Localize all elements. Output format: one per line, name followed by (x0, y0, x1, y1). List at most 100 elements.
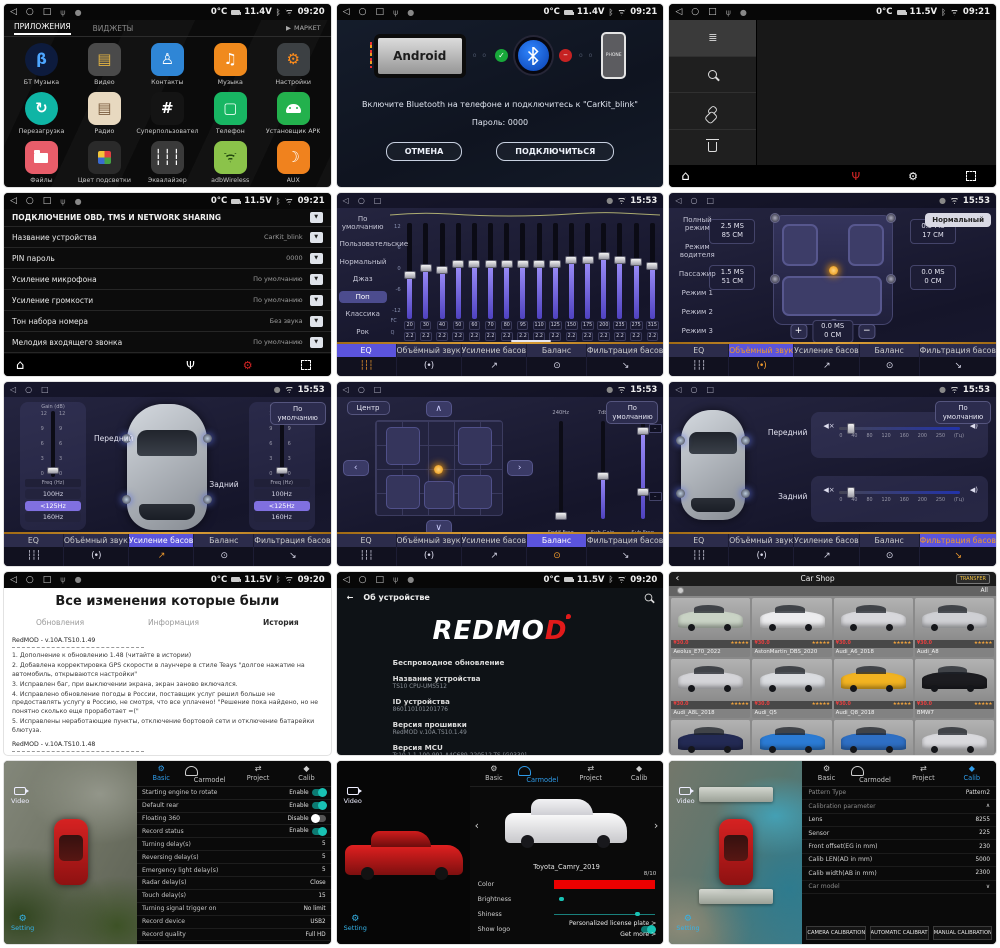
settings-row[interactable]: Усиление микрофона По умолчанию ▼ (4, 269, 331, 290)
recents-icon[interactable]: □ (43, 196, 52, 206)
setting-row[interactable]: Reversing delay(s) 5 (137, 851, 331, 864)
eq-preset[interactable]: Джаз (339, 273, 387, 285)
sidebar-item-delete[interactable] (669, 130, 756, 167)
license-plate-link[interactable]: Personalized license plate > (569, 918, 656, 929)
eq-slider-handle[interactable] (533, 260, 545, 268)
toggle-switch[interactable] (312, 828, 326, 835)
freq-option[interactable]: 100Hz (25, 489, 81, 499)
freq-option[interactable]: <125Hz (25, 501, 81, 511)
setting-row[interactable]: Default rear Enable (137, 800, 331, 813)
freq-option[interactable]: 160Hz (25, 512, 81, 522)
eq-slider-handle[interactable] (549, 260, 561, 268)
mute-icon[interactable]: ◀× (823, 486, 834, 494)
audio-tab[interactable]: Фильтрация басов ↘ (919, 534, 996, 566)
antenna-icon[interactable]: Ψ (186, 359, 195, 372)
app-icon[interactable]: ☽ AUX (262, 138, 325, 184)
filter-all[interactable]: All (981, 587, 988, 594)
eq-slider[interactable] (504, 223, 509, 319)
calib-row[interactable]: Sensor 225 (802, 827, 996, 840)
eq-slider-handle[interactable] (404, 271, 416, 279)
transfer-button[interactable]: TRANSFER (956, 574, 990, 584)
center-button[interactable]: Центр (347, 401, 390, 415)
surround-mode[interactable]: Режим водителя (671, 241, 723, 261)
app-icon[interactable]: ↻ Перезагрузка (10, 89, 73, 135)
sidebar-item-pair[interactable] (669, 93, 756, 130)
toggle-switch[interactable] (312, 802, 326, 809)
tab-widgets[interactable]: ВИДЖЕТЫ (93, 24, 134, 33)
audio-tab[interactable]: Усиление басов ↗ (461, 344, 527, 376)
settings-row[interactable]: Название устройства CarKit_blink ▼ (4, 227, 331, 248)
panel-tab[interactable]: Carmodel (185, 761, 233, 786)
slider-dot[interactable] (559, 897, 564, 902)
eq-slider[interactable] (617, 223, 622, 319)
brightness-row[interactable]: Brightness (470, 892, 664, 907)
eq-slider-handle[interactable] (630, 258, 642, 266)
app-icon[interactable]: # Суперпользователь (136, 89, 199, 135)
home-icon[interactable]: ○ (691, 7, 699, 17)
setting-row[interactable]: Record device USB2 (137, 916, 331, 929)
home-icon[interactable]: ○ (25, 385, 32, 394)
app-icon[interactable]: ▢ Телефон (199, 89, 262, 135)
sidebar-item-list[interactable]: ≣ (669, 20, 756, 57)
settings-dot-icon[interactable] (677, 587, 684, 594)
video-button[interactable]: Video (676, 787, 694, 805)
eq-slider-handle[interactable] (436, 266, 448, 274)
back-icon[interactable]: ◁ (10, 7, 17, 17)
eq-slider-handle[interactable] (517, 260, 529, 268)
panel-tab[interactable]: Carmodel (851, 761, 899, 786)
recents-icon[interactable]: □ (375, 7, 384, 17)
panel-tab[interactable]: ⇄ Project (234, 761, 282, 786)
audio-tab[interactable]: Объёмный звук (•) (396, 344, 461, 376)
eq-preset[interactable]: Пользовательские (339, 238, 387, 250)
dropdown-arrow-icon[interactable]: ▼ (310, 295, 323, 306)
car-card[interactable]: ¥30.0 ★★★★★ Audi_Q5 (752, 659, 831, 718)
surround-mode[interactable]: Режим 3 (671, 325, 723, 337)
calib-row[interactable]: Lens 8255 (802, 814, 996, 827)
eq-slider[interactable] (585, 223, 590, 319)
tab-history[interactable]: История (263, 618, 299, 627)
car-card[interactable]: ¥30.0 ★★★★★ Audi_A8 (915, 598, 994, 657)
car-card[interactable]: ¥30.0 ★★★★★ Audi_A8L_2018 (671, 659, 750, 718)
eq-slider-handle[interactable] (501, 260, 513, 268)
search-icon[interactable] (645, 594, 653, 602)
home-icon[interactable]: ○ (690, 196, 697, 205)
eq-slider[interactable] (553, 223, 558, 319)
audio-tab[interactable]: EQ ┆┆┆ (4, 534, 63, 566)
app-icon[interactable]: ┆┆┆ Эквалайзер (136, 138, 199, 184)
audio-tab[interactable]: Объёмный звук (•) (728, 344, 793, 376)
panel-tab[interactable]: ◆ Calib (948, 761, 996, 786)
speaker-icon[interactable]: ◀) (970, 486, 978, 494)
audio-tab[interactable]: Объёмный звук (•) (396, 534, 461, 566)
recents-icon[interactable]: □ (43, 7, 52, 17)
audio-tab[interactable]: Объёмный звук (•) (728, 534, 793, 566)
setting-row[interactable]: Record status Enable (137, 825, 331, 838)
toggle-switch[interactable] (312, 789, 326, 796)
calib-row[interactable]: Calib LEN(AD in mm) 5000 (802, 854, 996, 867)
calib-row[interactable]: Calib width(AB in mm) 2300 (802, 867, 996, 880)
audio-tab[interactable]: Фильтрация басов ↘ (253, 534, 330, 566)
audio-tab[interactable]: Фильтрация басов ↘ (919, 344, 996, 376)
eq-slider-handle[interactable] (468, 260, 480, 268)
back-icon[interactable]: ◁ (343, 385, 349, 394)
slider-track[interactable] (641, 421, 645, 519)
tab-updates[interactable]: Обновления (36, 618, 84, 627)
panel-tab[interactable]: ⚙ Basic (137, 761, 185, 786)
eq-preset[interactable]: По умолчанию (339, 213, 387, 233)
app-icon[interactable]: Файлы (10, 138, 73, 184)
back-icon[interactable]: ◁ (10, 385, 16, 394)
car-card[interactable]: ¥30.0 ★★★★★ Aeolus_E70_2022 (671, 598, 750, 657)
eq-slider[interactable] (488, 223, 493, 319)
arrow-up-button[interactable]: ∧ (426, 401, 452, 417)
slider-track[interactable] (601, 421, 605, 519)
dropdown-arrow-icon[interactable]: ▼ (310, 337, 323, 348)
about-item[interactable]: Версия прошивки RedMOD v.10A.TS10.1.49 (393, 720, 656, 736)
app-icon[interactable]: Цвет подсветки (73, 138, 136, 184)
app-icon[interactable]: β БТ Музыка (10, 40, 73, 86)
calib-row[interactable]: Front offset(EG in mm) 230 (802, 840, 996, 853)
panel-tab[interactable]: ⚙ Basic (802, 761, 850, 786)
slider-handle[interactable] (847, 423, 855, 434)
car-card[interactable]: ¥30.0 ★★★★★ AstonMartin_DBS_2020 (752, 598, 831, 657)
slider-handle-lower[interactable] (637, 488, 649, 496)
recents-icon[interactable]: □ (708, 7, 717, 17)
recents-icon[interactable]: □ (706, 385, 714, 394)
